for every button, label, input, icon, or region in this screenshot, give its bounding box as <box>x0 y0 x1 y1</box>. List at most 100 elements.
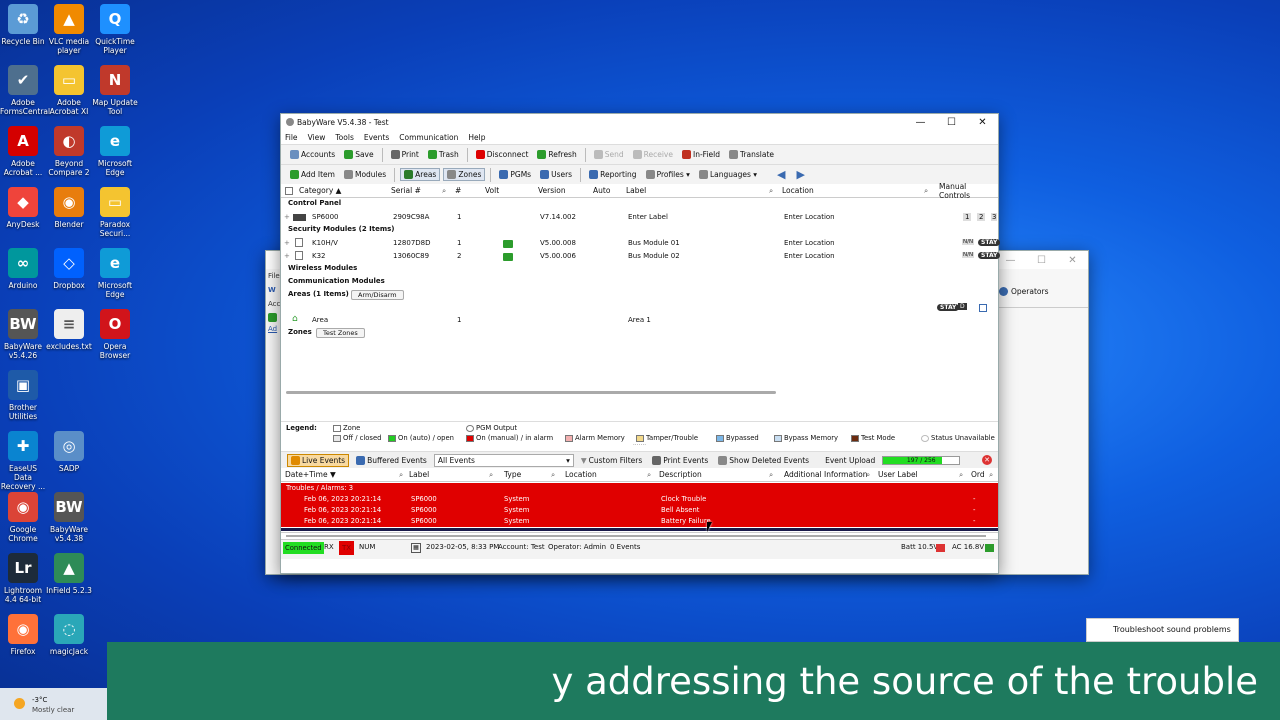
zones-button[interactable]: Zones <box>443 168 486 181</box>
event-column-header[interactable]: Ord <box>971 470 985 479</box>
menu-events[interactable]: Events <box>364 133 389 142</box>
area-stay-badge[interactable]: STAY <box>937 304 960 311</box>
desktop-icon[interactable]: ◉ Blender <box>46 187 92 229</box>
column-header[interactable]: # <box>455 186 461 195</box>
areas-button[interactable]: Areas <box>400 168 441 181</box>
live-events-tab[interactable]: Live Events <box>287 453 350 467</box>
search-icon[interactable]: ⌕ <box>647 470 651 480</box>
desktop-icon[interactable]: ◌ magicJack <box>46 614 92 656</box>
buffered-events-tab[interactable]: Buffered Events <box>353 455 430 466</box>
desktop-icon[interactable]: ◐ Beyond Compare 2 <box>46 126 92 177</box>
desktop-icon[interactable]: ◇ Dropbox <box>46 248 92 290</box>
bg-maximize-icon[interactable]: ☐ <box>1026 255 1057 266</box>
desktop-icon[interactable]: Lr Lightroom 4.4 64-bit <box>0 553 46 604</box>
event-column-header[interactable]: Label <box>409 470 429 479</box>
desktop-icon[interactable]: ◉ Firefox <box>0 614 46 656</box>
profiles-button[interactable]: Profiles ▾ <box>643 169 693 180</box>
area-d-badge[interactable]: D <box>958 303 967 310</box>
send-button[interactable]: Send <box>591 149 627 160</box>
module-location[interactable]: Enter Location <box>784 252 835 260</box>
desktop-icon[interactable]: ✔ Adobe FormsCentral <box>0 65 50 116</box>
event-row[interactable]: Feb 06, 2023 20:21:14 SP6000 System Bell Ab… <box>281 505 998 516</box>
back-arrow-icon[interactable]: ◀ <box>777 168 785 181</box>
manual-control-2[interactable]: 2 <box>977 213 986 221</box>
weather-temp[interactable]: -3°C <box>32 696 47 704</box>
area-label[interactable]: Area 1 <box>628 316 651 324</box>
menu-tools[interactable]: Tools <box>335 133 353 142</box>
languages-button[interactable]: Languages ▾ <box>696 169 760 180</box>
event-column-header[interactable]: Additional Information <box>784 470 867 479</box>
desktop-icon[interactable]: ≡ excludes.txt <box>46 309 92 351</box>
event-column-header[interactable]: Description <box>659 470 702 479</box>
test-zones-button[interactable]: Test Zones <box>316 328 365 338</box>
desktop-icon[interactable]: e Microsoft Edge <box>92 248 138 299</box>
desktop-icon[interactable]: ▣ Brother Utilities <box>0 370 46 421</box>
cancel-upload-icon[interactable]: ✕ <box>982 455 992 465</box>
desktop-icon[interactable]: O Opera Browser <box>92 309 138 360</box>
forward-arrow-icon[interactable]: ▶ <box>797 168 805 181</box>
manual-control-1[interactable]: 1 <box>963 213 972 221</box>
section-security-modules[interactable]: Security Modules (2 Items) <box>281 224 998 237</box>
column-header[interactable]: Manual Controls <box>939 182 998 200</box>
desktop-icon[interactable]: ∞ Arduino <box>0 248 46 290</box>
area-row[interactable]: ⌂ Area 1 Area 1 <box>281 314 998 327</box>
column-header[interactable]: Auto <box>593 186 610 195</box>
menu-help[interactable]: Help <box>468 133 485 142</box>
search-icon[interactable]: ⌕ <box>959 470 963 480</box>
section-zones[interactable]: Zones Test Zones <box>281 327 998 340</box>
pgms-button[interactable]: PGMs <box>496 169 534 180</box>
desktop-icon[interactable]: ♻ Recycle Bin <box>0 4 46 46</box>
maximize-icon[interactable]: ☐ <box>936 117 967 128</box>
panel-label[interactable]: Enter Label <box>628 213 668 221</box>
column-header[interactable]: Category ▲ <box>299 186 341 195</box>
event-row[interactable]: Feb 06, 2023 20:21:14 SP6000 System Battery… <box>281 516 998 527</box>
save-button[interactable]: Save <box>341 149 376 160</box>
weather-condition[interactable]: Mostly clear <box>32 706 74 714</box>
receive-button[interactable]: Receive <box>630 149 676 160</box>
module-row[interactable]: + K32 13060C89 2 V5.00.006 Bus Module 02 Enter… <box>281 250 1001 263</box>
desktop-icon[interactable]: ✚ EaseUS Data Recovery ... <box>0 431 46 491</box>
event-column-header[interactable]: User Label <box>878 470 918 479</box>
expand-icon[interactable]: + <box>284 252 290 260</box>
desktop-icon[interactable]: ▭ Paradox Securi... <box>92 187 138 238</box>
arm-disarm-button[interactable]: Arm/Disarm <box>351 290 404 300</box>
grid-corner[interactable] <box>285 186 293 195</box>
module-row[interactable]: + K10H/V 12807D8D 1 V5.00.008 Bus Module 01 En… <box>281 237 1001 250</box>
section-wireless[interactable]: Wireless Modules <box>281 263 998 276</box>
desktop-icon[interactable]: ◉ Google Chrome <box>0 492 46 543</box>
users-button[interactable]: Users <box>537 169 575 180</box>
event-column-header[interactable]: Location <box>565 470 597 479</box>
menu-file[interactable]: File <box>285 133 298 142</box>
search-icon[interactable]: ⌕ <box>769 470 773 480</box>
module-label[interactable]: Bus Module 02 <box>628 252 680 260</box>
close-icon[interactable]: ✕ <box>967 117 998 128</box>
disconnect-button[interactable]: Disconnect <box>473 149 532 160</box>
column-header[interactable]: Volt <box>485 186 499 195</box>
desktop-icon[interactable]: BW BabyWare v5.4.38 <box>46 492 92 543</box>
search-icon[interactable]: ⌕ <box>551 470 555 480</box>
column-header[interactable]: Location <box>782 186 814 195</box>
column-header[interactable]: Version <box>538 186 566 195</box>
stay-badge[interactable]: STAY <box>978 239 1001 246</box>
minimize-icon[interactable]: — <box>905 117 936 128</box>
event-filter-select[interactable]: All Events ▾ <box>433 453 574 467</box>
desktop-icon[interactable]: ▭ Adobe Acrobat XI <box>46 65 92 116</box>
panel-location[interactable]: Enter Location <box>784 213 835 221</box>
bg-close-icon[interactable]: ✕ <box>1057 255 1088 266</box>
event-column-header[interactable]: Date+Time ▼ <box>285 470 336 479</box>
desktop-icon[interactable]: Q QuickTime Player <box>92 4 138 55</box>
area-checkbox[interactable] <box>979 304 987 312</box>
event-group-row[interactable]: Troubles / Alarms: 3 <box>281 483 998 494</box>
custom-filters-button[interactable]: ▼ Custom Filters <box>578 455 645 466</box>
title-bar[interactable]: BabyWare V5.4.38 - Test — ☐ ✕ <box>281 114 998 130</box>
menu-communication[interactable]: Communication <box>399 133 458 142</box>
menu-view[interactable]: View <box>308 133 326 142</box>
nn-badge[interactable]: N/N <box>962 239 975 245</box>
translate-button[interactable]: Translate <box>726 149 777 160</box>
search-icon[interactable]: ⌕ <box>489 470 493 480</box>
refresh-button[interactable]: Refresh <box>534 149 579 160</box>
search-icon[interactable]: ⌕ <box>399 470 403 480</box>
desktop-icon[interactable]: A Adobe Acrobat ... <box>0 126 46 177</box>
modules-button[interactable]: Modules <box>341 169 389 180</box>
bg-sidebar-green-icon[interactable] <box>268 313 277 322</box>
